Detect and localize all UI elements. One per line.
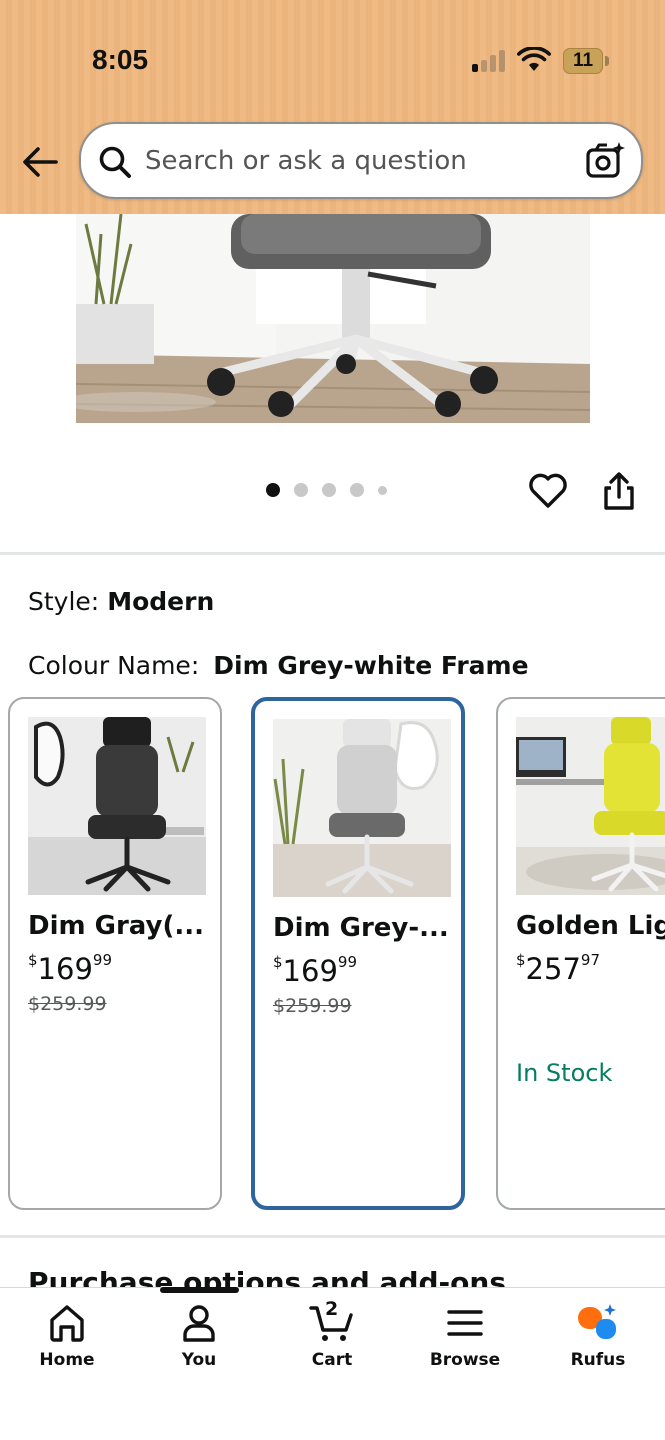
price-currency: $ bbox=[516, 951, 526, 969]
carousel-dot[interactable] bbox=[350, 483, 364, 497]
carousel-dot[interactable] bbox=[294, 483, 308, 497]
colour-label: Colour Name: bbox=[28, 651, 200, 680]
colour-swatch-card[interactable]: Golden Ligh $25797 In Stock bbox=[496, 697, 665, 1210]
nav-label: You bbox=[181, 1350, 217, 1370]
search-icon bbox=[99, 146, 131, 178]
swatch-stock-status: In Stock bbox=[516, 1059, 613, 1087]
price-whole: 257 bbox=[525, 952, 581, 986]
carousel-dot[interactable] bbox=[322, 483, 336, 497]
menu-icon bbox=[447, 1310, 483, 1336]
nav-label: Home bbox=[39, 1350, 95, 1370]
swatch-price: $25797 bbox=[516, 951, 600, 986]
nav-label: Cart bbox=[311, 1350, 353, 1370]
search-input[interactable] bbox=[145, 134, 565, 188]
colour-swatch-card-selected[interactable]: Dim Grey-... $16999 $259.99 bbox=[251, 697, 465, 1210]
carousel-dot[interactable] bbox=[266, 483, 280, 497]
style-value: Modern bbox=[107, 587, 215, 616]
heart-icon[interactable] bbox=[527, 470, 569, 512]
price-fraction: 99 bbox=[337, 953, 357, 971]
swatch-image bbox=[273, 719, 451, 897]
person-icon bbox=[183, 1305, 215, 1342]
price-currency: $ bbox=[28, 951, 38, 969]
battery-icon: 11 bbox=[563, 48, 603, 74]
nav-rufus[interactable]: Rufus bbox=[538, 1302, 658, 1392]
bottom-nav: Home You 2 Cart Browse Rufus bbox=[0, 1287, 665, 1440]
swatch-title: Golden Ligh bbox=[516, 911, 665, 941]
cellular-signal-icon bbox=[472, 50, 508, 72]
home-icon bbox=[50, 1305, 84, 1342]
nav-cart[interactable]: 2 Cart bbox=[272, 1298, 392, 1392]
back-arrow-icon[interactable] bbox=[18, 140, 62, 184]
style-selector: Style: Modern bbox=[28, 587, 214, 616]
swatch-image bbox=[28, 717, 206, 895]
cart-count-badge: 2 bbox=[325, 1298, 339, 1320]
swatch-title: Dim Grey-... bbox=[273, 913, 449, 943]
rufus-icon bbox=[578, 1304, 616, 1339]
battery-level: 11 bbox=[572, 50, 594, 71]
nav-browse[interactable]: Browse bbox=[405, 1302, 525, 1392]
app-header: 8:05 11 bbox=[0, 0, 665, 214]
price-whole: 169 bbox=[282, 954, 338, 988]
nav-label: Rufus bbox=[570, 1350, 626, 1370]
price-fraction: 99 bbox=[92, 951, 112, 969]
search-bar[interactable] bbox=[79, 122, 643, 199]
image-carousel-dots[interactable] bbox=[266, 482, 387, 498]
colour-selector: Colour Name: Dim Grey-white Frame bbox=[28, 651, 529, 680]
swatch-image bbox=[516, 717, 665, 895]
nav-you[interactable]: You bbox=[139, 1302, 259, 1392]
battery-nub bbox=[605, 56, 609, 66]
nav-home[interactable]: Home bbox=[7, 1302, 127, 1392]
price-fraction: 97 bbox=[580, 951, 600, 969]
camera-search-icon[interactable] bbox=[585, 140, 627, 182]
swatch-was-price: $259.99 bbox=[28, 993, 107, 1015]
colour-swatch-card[interactable]: Dim Gray(... $16999 $259.99 bbox=[8, 697, 222, 1210]
price-whole: 169 bbox=[37, 952, 93, 986]
swatch-price: $16999 bbox=[28, 951, 112, 986]
status-time: 8:05 bbox=[92, 44, 149, 75]
swatch-title: Dim Gray(... bbox=[28, 911, 205, 941]
style-label: Style: bbox=[28, 587, 100, 616]
section-divider bbox=[0, 552, 665, 555]
nav-indicator-bar bbox=[160, 1287, 239, 1293]
product-image[interactable] bbox=[76, 214, 590, 423]
section-divider bbox=[0, 1235, 665, 1238]
wifi-icon bbox=[517, 47, 551, 71]
colour-value: Dim Grey-white Frame bbox=[213, 651, 529, 680]
swatch-was-price: $259.99 bbox=[273, 995, 352, 1017]
price-currency: $ bbox=[273, 953, 283, 971]
share-icon[interactable] bbox=[600, 470, 638, 512]
swatch-price: $16999 bbox=[273, 953, 357, 988]
nav-label: Browse bbox=[429, 1350, 501, 1370]
carousel-dot[interactable] bbox=[378, 485, 387, 495]
